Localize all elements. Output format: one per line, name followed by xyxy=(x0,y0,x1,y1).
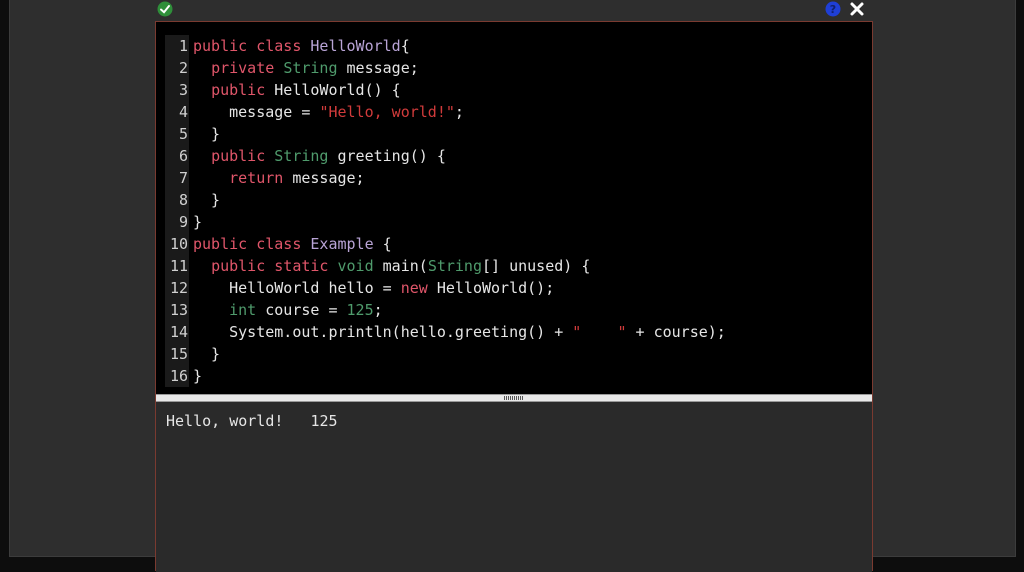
code-text: public class Example { xyxy=(193,235,392,253)
code-text: public class HelloWorld{ xyxy=(193,37,410,55)
line-number: 12 xyxy=(169,279,188,297)
code-text: public HelloWorld() { xyxy=(211,81,401,99)
line-number: 7 xyxy=(178,169,188,187)
line-number: 15 xyxy=(169,345,188,363)
line-number: 1 xyxy=(178,37,188,55)
line-number: 3 xyxy=(178,81,188,99)
close-icon[interactable] xyxy=(849,1,865,17)
line-number: 10 xyxy=(169,235,188,253)
code-text: } xyxy=(193,345,221,363)
line-number: 13 xyxy=(169,301,188,319)
line-number: 5 xyxy=(178,125,188,143)
line-number: 8 xyxy=(178,191,188,209)
code-text: HelloWorld hello = new HelloWorld(); xyxy=(193,279,555,297)
code-text: } xyxy=(193,191,221,209)
code-text: return message; xyxy=(229,169,365,187)
code-text: private String message; xyxy=(211,59,419,77)
drag-handle-icon[interactable] xyxy=(504,396,524,400)
line-number: 4 xyxy=(178,103,188,121)
output-console: Hello, world! 125 xyxy=(156,402,872,572)
line-number: 2 xyxy=(178,59,188,77)
line-number: 6 xyxy=(178,147,188,165)
svg-text:?: ? xyxy=(830,3,836,16)
line-number: 9 xyxy=(178,213,188,231)
split-divider[interactable] xyxy=(156,394,872,402)
question-circle-icon[interactable]: ? xyxy=(825,1,841,17)
code-text: message = "Hello, world!"; xyxy=(193,103,464,121)
code-text: } xyxy=(193,125,221,143)
code-text: } xyxy=(193,367,203,385)
line-number: 16 xyxy=(169,367,188,385)
code-editor[interactable]: 1 public class HelloWorld{ 2 private Strin… xyxy=(156,22,872,394)
code-text: int course = 125; xyxy=(229,301,383,319)
line-number: 11 xyxy=(169,257,188,275)
code-panel: 1 public class HelloWorld{ 2 private Strin… xyxy=(155,21,873,572)
code-text: System.out.println(hello.greeting() + " … xyxy=(193,323,726,341)
check-circle-icon xyxy=(157,1,173,17)
code-text: public static void main(String[] unused)… xyxy=(211,257,591,275)
code-text: } xyxy=(193,213,203,231)
code-text: public String greeting() { xyxy=(211,147,446,165)
line-number: 14 xyxy=(169,323,188,341)
output-text: Hello, world! 125 xyxy=(166,412,338,430)
